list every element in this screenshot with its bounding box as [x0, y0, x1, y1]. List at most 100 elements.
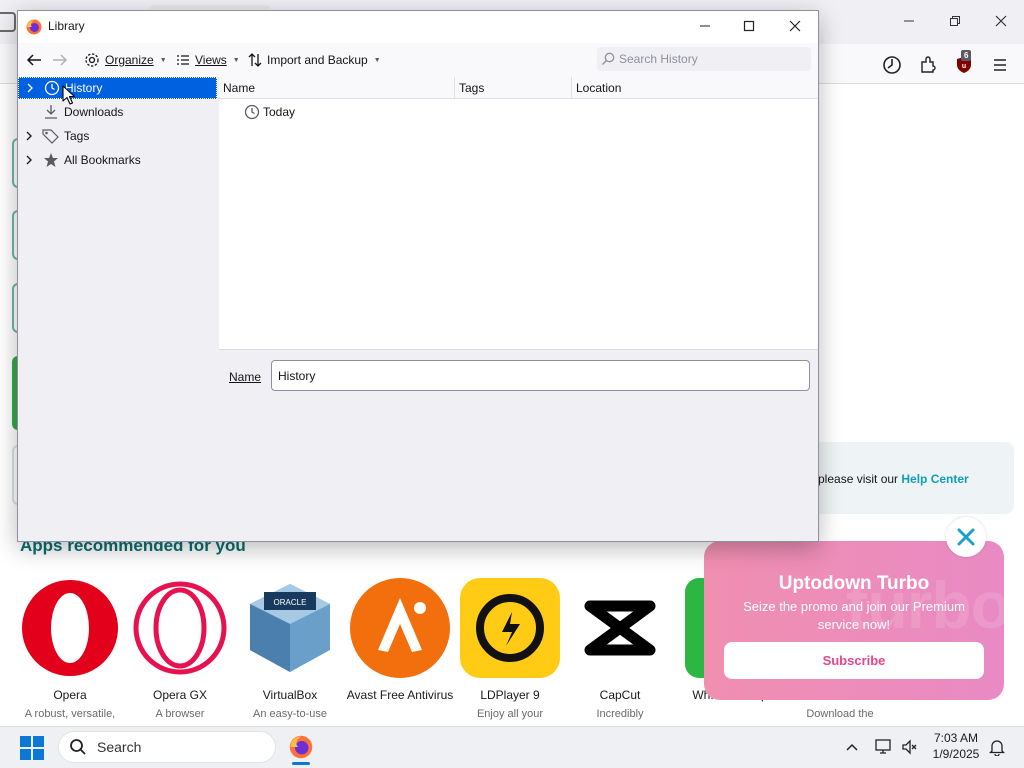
taskbar-firefox-button[interactable]: [286, 731, 316, 763]
app-card-opera-gx[interactable]: Opera GX A browser: [125, 578, 235, 721]
column-name[interactable]: Name: [219, 77, 455, 99]
svg-text:u: u: [962, 63, 966, 70]
list-icon: [177, 55, 189, 65]
app-name: CapCut: [599, 688, 641, 702]
app-card-ldplayer[interactable]: LDPlayer 9 Enjoy all your: [455, 578, 565, 721]
minimize-icon: [700, 25, 710, 27]
chevron-down-icon: ▼: [232, 56, 240, 64]
windows-start-icon[interactable]: [20, 736, 44, 760]
clock-icon: [241, 104, 263, 120]
promo-popup: turbo Uptodown Turbo Seize the promo and…: [704, 541, 1004, 700]
app-desc: Incredibly: [596, 708, 644, 720]
back-arrow-icon: [26, 54, 41, 66]
minimize-icon: [904, 20, 914, 22]
promo-text: Seize the promo and join our Premium ser…: [743, 599, 965, 632]
name-field[interactable]: [271, 360, 810, 391]
taskbar: Search 7:03 AM 1/9/2025: [0, 726, 1024, 768]
clock-icon: [41, 80, 63, 96]
app-card-avast[interactable]: Avast Free Antivirus: [345, 578, 455, 703]
forward-arrow-icon: [53, 54, 68, 66]
help-center-link[interactable]: Help Center: [901, 472, 968, 486]
app-desc: Download the: [806, 708, 874, 720]
sync-icon[interactable]: [881, 54, 903, 76]
column-tags[interactable]: Tags: [455, 77, 572, 99]
library-close-button[interactable]: [772, 11, 818, 41]
library-sidebar: History Downloads Tags All Bookmarks: [18, 77, 217, 541]
history-list: Name Tags Location Today: [219, 77, 818, 349]
library-maximize-button[interactable]: [726, 11, 772, 41]
close-icon: [789, 20, 801, 32]
close-icon: [995, 15, 1007, 27]
close-icon: [957, 528, 975, 546]
forward-button[interactable]: [52, 51, 68, 69]
gear-icon: [85, 53, 99, 67]
chevron-up-icon[interactable]: [842, 737, 862, 757]
download-icon: [40, 104, 62, 120]
sidebar-item-all-bookmarks[interactable]: All Bookmarks: [18, 149, 217, 171]
sidebar-item-history[interactable]: History: [18, 77, 217, 99]
organize-menu-button[interactable]: Organize ▼: [84, 51, 167, 69]
sidebar-item-tags[interactable]: Tags: [18, 125, 217, 147]
network-icon[interactable]: [874, 737, 894, 757]
import-backup-menu-button[interactable]: Import and Backup ▼: [248, 51, 381, 69]
svg-text:ORACLE: ORACLE: [274, 598, 307, 607]
column-header: Name Tags Location: [219, 77, 818, 99]
avast-icon: [350, 578, 450, 678]
firefox-icon: [26, 19, 42, 35]
promo-close-button[interactable]: [946, 517, 986, 557]
clock-time: 7:03 AM: [933, 731, 979, 745]
mouse-cursor-icon: [62, 85, 76, 105]
app-card-virtualbox[interactable]: ORACLE VirtualBox An easy-to-use: [235, 578, 345, 721]
table-row[interactable]: Today: [219, 101, 818, 123]
browser-minimize-button[interactable]: [898, 12, 920, 32]
app-name: VirtualBox: [262, 688, 318, 702]
app-name: Opera GX: [152, 688, 208, 702]
organize-label: Organize: [105, 53, 154, 67]
app-card-opera[interactable]: Opera A robust, versatile,: [15, 578, 125, 721]
sidebar-item-label: All Bookmarks: [64, 153, 141, 167]
app-desc: A browser: [155, 708, 205, 720]
history-search-box[interactable]: [597, 47, 811, 71]
opera-icon: [20, 578, 120, 678]
taskbar-search-placeholder: Search: [97, 739, 142, 755]
library-minimize-button[interactable]: [682, 11, 728, 41]
sidebar-item-label: Downloads: [64, 105, 124, 119]
tab-edge[interactable]: [0, 12, 16, 32]
subscribe-button[interactable]: Subscribe: [724, 642, 984, 679]
back-button[interactable]: [26, 51, 42, 69]
notification-bell-icon[interactable]: [987, 737, 1007, 757]
menu-icon[interactable]: [989, 54, 1011, 76]
views-label: Views: [195, 53, 227, 67]
ldplayer-icon: [460, 578, 560, 678]
ublock-badge: 6: [961, 50, 972, 61]
name-field-label: Name: [229, 370, 262, 384]
promo-title: Uptodown Turbo: [778, 573, 930, 594]
help-text: please visit our: [818, 472, 902, 486]
chevron-right-icon[interactable]: [19, 83, 41, 93]
chevron-right-icon[interactable]: [18, 131, 40, 141]
extensions-icon[interactable]: [917, 54, 939, 76]
active-tab-edge[interactable]: [150, 5, 270, 9]
library-title: Library: [48, 19, 85, 33]
app-card-capcut[interactable]: CapCut Incredibly: [565, 578, 675, 721]
chevron-right-icon[interactable]: [18, 155, 40, 165]
details-pane: Name: [219, 349, 818, 541]
app-desc: Enjoy all your: [476, 708, 544, 720]
volume-muted-icon[interactable]: [900, 737, 920, 757]
tag-icon: [40, 128, 62, 144]
history-search-input[interactable]: [619, 52, 799, 66]
taskbar-search[interactable]: Search: [58, 731, 276, 763]
clock[interactable]: 7:03 AM 1/9/2025: [924, 730, 988, 762]
library-window: Library Organize ▼ Views ▼ Import and Back…: [17, 10, 819, 542]
search-icon: [70, 739, 86, 755]
column-location[interactable]: Location: [572, 77, 818, 99]
views-menu-button[interactable]: Views ▼: [176, 51, 240, 69]
library-titlebar[interactable]: Library: [18, 11, 818, 43]
browser-restore-button[interactable]: [944, 12, 966, 32]
star-icon: [40, 152, 62, 168]
sidebar-item-downloads[interactable]: Downloads: [18, 101, 217, 123]
chevron-down-icon: ▼: [373, 56, 381, 64]
restore-icon: [950, 16, 960, 26]
row-name: Today: [263, 105, 296, 119]
browser-close-button[interactable]: [990, 12, 1012, 32]
